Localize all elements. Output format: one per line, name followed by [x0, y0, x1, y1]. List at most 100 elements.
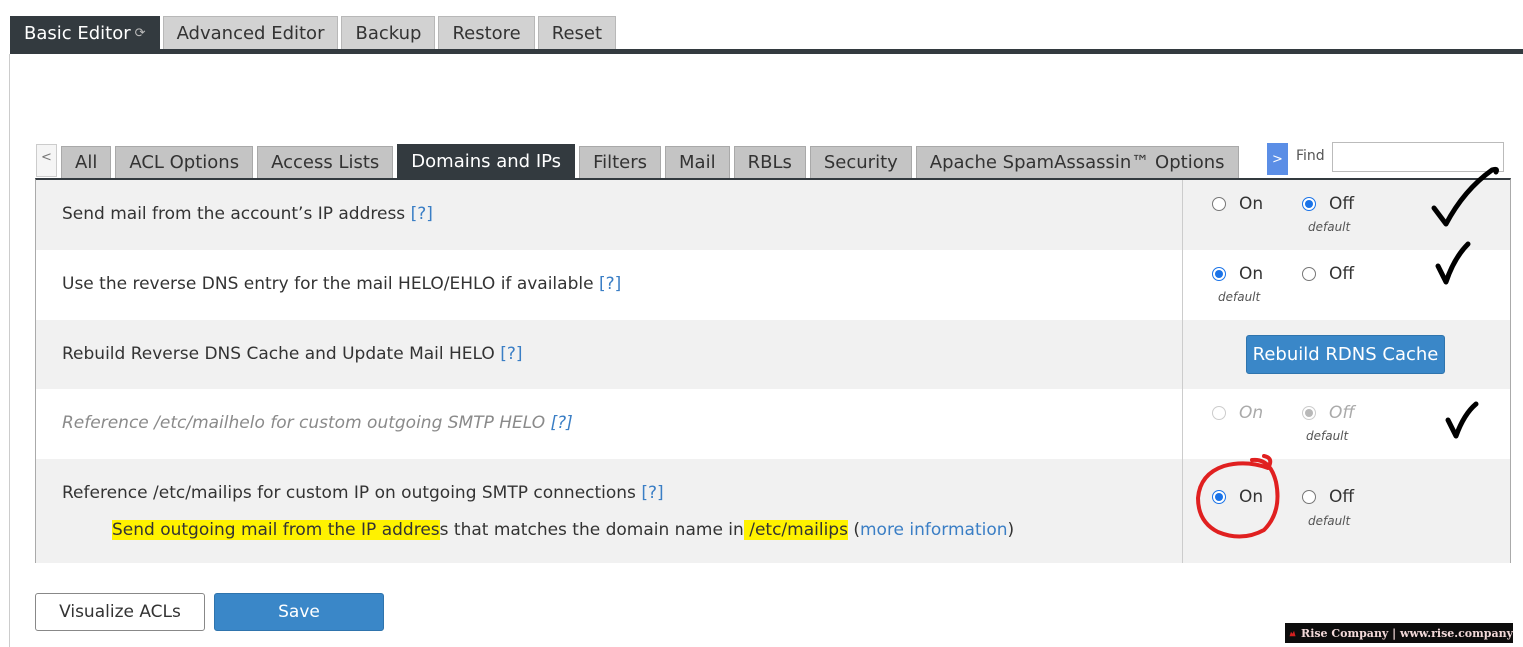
find-label: Find: [1296, 148, 1325, 164]
tab-reset-label: Reset: [551, 22, 603, 44]
sub-tab-label: Access Lists: [271, 152, 380, 173]
tab-backup-label: Backup: [355, 22, 422, 44]
more-information-link[interactable]: more information: [860, 520, 1008, 540]
radio-circle: [1212, 406, 1226, 420]
sub-tab-filters[interactable]: Filters: [579, 146, 662, 178]
radio-on-label: On: [1239, 194, 1264, 214]
radio-off[interactable]: Off: [1302, 264, 1354, 284]
radio-off-label: Off: [1329, 194, 1355, 214]
setting-description: Send outgoing mail from the IP address t…: [112, 520, 1014, 540]
setting-control-cell: Rebuild RDNS Cache: [1183, 320, 1510, 389]
top-tab-bar: Basic Editor ⟳ Advanced Editor Backup Re…: [10, 16, 617, 49]
radio-on[interactable]: On: [1212, 264, 1263, 284]
setting-label: Rebuild Reverse DNS Cache and Update Mai…: [62, 344, 523, 364]
description-text: ): [1007, 520, 1015, 540]
setting-label-cell: Reference /etc/mailhelo for custom outgo…: [36, 389, 1183, 459]
radio-on-label: On: [1239, 403, 1264, 423]
setting-label-text: Send mail from the account’s IP address: [62, 204, 406, 224]
rebuild-rdns-cache-button[interactable]: Rebuild RDNS Cache: [1246, 335, 1445, 374]
sub-tab-all[interactable]: All: [61, 146, 112, 178]
radio-off-label: Off: [1329, 264, 1355, 284]
help-link[interactable]: [?]: [599, 274, 621, 294]
visualize-acls-button[interactable]: Visualize ACLs: [35, 593, 205, 631]
setting-label-cell: Use the reverse DNS entry for the mail H…: [36, 250, 1183, 320]
content-frame-border: [9, 54, 10, 647]
sub-tab-label: Domains and IPs: [411, 151, 562, 172]
top-tab-underline: [10, 49, 1523, 54]
radio-on[interactable]: On: [1212, 194, 1263, 214]
radio-off[interactable]: Off: [1302, 194, 1354, 214]
tab-backup[interactable]: Backup: [341, 16, 436, 49]
sub-tab-security[interactable]: Security: [809, 146, 912, 178]
setting-row-account-ip: Send mail from the account’s IP address …: [36, 180, 1510, 250]
radio-on: On: [1212, 403, 1263, 423]
setting-label: Use the reverse DNS entry for the mail H…: [62, 274, 621, 294]
default-note: default: [1308, 220, 1351, 234]
watermark: Rise Company | www.rise.company: [1285, 623, 1513, 643]
checkmark-annotation-icon: [1431, 166, 1499, 227]
setting-label-text: Reference /etc/mailhelo for custom outgo…: [62, 413, 546, 433]
tab-restore-label: Restore: [452, 22, 521, 44]
description-text: (: [847, 520, 860, 540]
sub-tab-acl-options[interactable]: ACL Options: [115, 146, 254, 178]
tab-advanced-editor[interactable]: Advanced Editor: [162, 16, 339, 49]
tab-advanced-editor-label: Advanced Editor: [176, 22, 325, 44]
help-link[interactable]: [?]: [551, 413, 573, 433]
radio-off: Off: [1302, 403, 1355, 423]
radio-circle: [1212, 267, 1226, 281]
circle-annotation-icon: [1196, 454, 1280, 539]
sub-tab-bar: All ACL Options Access Lists Domains and…: [61, 144, 1239, 178]
radio-circle: [1302, 406, 1316, 420]
setting-label-text: Reference /etc/mailips for custom IP on …: [62, 483, 636, 503]
refresh-icon[interactable]: ⟳: [135, 26, 146, 41]
setting-label: Send mail from the account’s IP address …: [62, 204, 433, 224]
radio-off-label: Off: [1329, 487, 1355, 507]
checkmark-annotation-icon: [1435, 241, 1471, 285]
chevron-left-icon: <: [41, 150, 52, 165]
default-note: default: [1306, 429, 1349, 443]
setting-label-text: Rebuild Reverse DNS Cache and Update Mai…: [62, 344, 495, 364]
sub-tab-access-lists[interactable]: Access Lists: [257, 146, 394, 178]
checkmark-annotation-icon: [1445, 401, 1479, 439]
sub-tabs-scroll-left[interactable]: <: [36, 144, 57, 177]
help-link[interactable]: [?]: [500, 344, 522, 364]
sub-tab-label: RBLs: [747, 152, 792, 173]
chevron-right-icon: >: [1272, 151, 1283, 167]
radio-off[interactable]: Off: [1302, 487, 1354, 507]
watermark-text: Rise Company | www.rise.company: [1301, 626, 1513, 640]
setting-row-mailhelo: Reference /etc/mailhelo for custom outgo…: [36, 389, 1510, 459]
radio-circle: [1212, 197, 1226, 211]
tab-restore[interactable]: Restore: [438, 16, 535, 49]
setting-label: Reference /etc/mailhelo for custom outgo…: [62, 413, 573, 433]
setting-label-text: Use the reverse DNS entry for the mail H…: [62, 274, 594, 294]
description-text: s that matches the domain name in: [439, 520, 744, 540]
find-toggle-button[interactable]: >: [1267, 143, 1288, 175]
save-button[interactable]: Save: [214, 593, 384, 631]
setting-label-cell: Rebuild Reverse DNS Cache and Update Mai…: [36, 320, 1183, 389]
sub-tab-label: Apache SpamAssassin™ Options: [929, 152, 1225, 173]
help-link[interactable]: [?]: [641, 483, 663, 503]
sub-tab-mail[interactable]: Mail: [665, 146, 730, 178]
sub-tab-spamassassin[interactable]: Apache SpamAssassin™ Options: [915, 146, 1239, 178]
help-link[interactable]: [?]: [411, 204, 433, 224]
default-note: default: [1308, 514, 1351, 528]
sub-tab-label: Mail: [679, 152, 716, 173]
setting-row-rebuild-rdns: Rebuild Reverse DNS Cache and Update Mai…: [36, 320, 1510, 389]
sub-tab-domains-and-ips[interactable]: Domains and IPs: [397, 144, 576, 178]
sub-tab-label: Filters: [593, 152, 648, 173]
setting-label-cell: Reference /etc/mailips for custom IP on …: [36, 459, 1183, 563]
setting-label-cell: Send mail from the account’s IP address …: [36, 180, 1183, 250]
radio-on-label: On: [1239, 264, 1264, 284]
sub-tab-rbls[interactable]: RBLs: [733, 146, 806, 178]
sub-tab-label: Security: [823, 152, 898, 173]
tab-basic-editor[interactable]: Basic Editor ⟳: [10, 16, 160, 49]
tab-reset[interactable]: Reset: [537, 16, 617, 49]
tab-basic-editor-label: Basic Editor: [24, 22, 131, 44]
sub-tab-label: ACL Options: [129, 152, 240, 173]
radio-circle: [1302, 490, 1316, 504]
setting-row-reverse-dns: Use the reverse DNS entry for the mail H…: [36, 250, 1510, 320]
radio-circle: [1302, 267, 1316, 281]
radio-off-label: Off: [1329, 403, 1355, 423]
default-note: default: [1218, 290, 1261, 304]
radio-circle: [1302, 197, 1316, 211]
